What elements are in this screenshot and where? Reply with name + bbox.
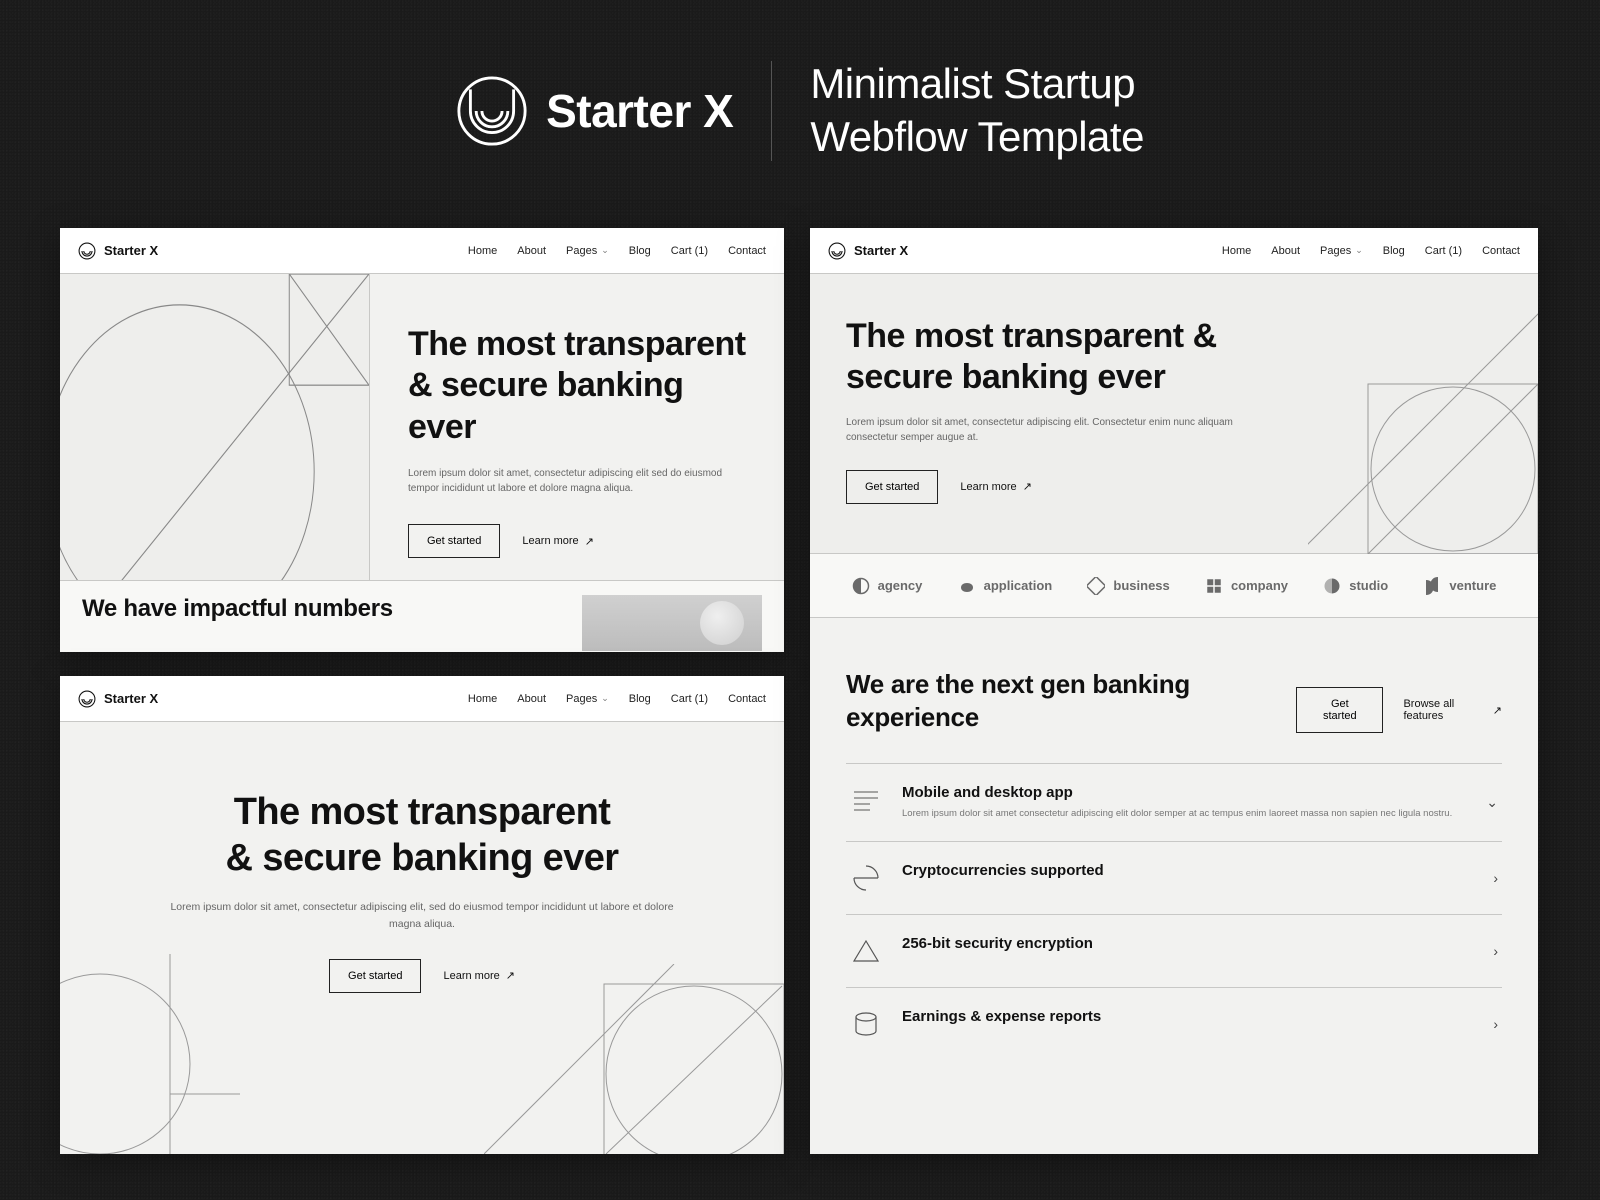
logo-icon [828, 242, 846, 260]
hero-headline: The most transparent & secure banking ev… [846, 316, 1234, 399]
nav-cart[interactable]: Cart (1) [671, 245, 708, 257]
decoration-left [60, 954, 240, 1154]
navbar: Starter X Home About Pages⌄ Blog Cart (1… [810, 228, 1538, 274]
feature-row-reports[interactable]: Earnings & expense reports › [846, 987, 1502, 1060]
promo-brand-name: Starter X [546, 84, 733, 138]
feature-row-crypto[interactable]: Cryptocurrencies supported › [846, 841, 1502, 914]
feature-row-mobile-desktop[interactable]: Mobile and desktop app Lorem ipsum dolor… [846, 763, 1502, 841]
learn-more-link[interactable]: Learn more↗ [960, 480, 1031, 493]
chevron-down-icon: ⌄ [601, 693, 609, 704]
nav-home[interactable]: Home [468, 693, 497, 705]
nav-blog[interactable]: Blog [629, 693, 651, 705]
promo-brand-block: Starter X [456, 75, 733, 147]
get-started-button[interactable]: Get started [1296, 687, 1383, 733]
navbar-links: Home About Pages⌄ Blog Cart (1) Contact [468, 245, 766, 257]
arrow-icon: ↗ [1023, 480, 1032, 493]
nav-contact[interactable]: Contact [1482, 245, 1520, 257]
crypto-icon [850, 862, 882, 894]
nav-home[interactable]: Home [1222, 245, 1251, 257]
hero-subtext: Lorem ipsum dolor sit amet, consectetur … [846, 415, 1234, 446]
chevron-down-icon: ⌄ [601, 245, 609, 256]
logo-application: application [958, 577, 1053, 595]
stats-image [582, 595, 762, 651]
divider [771, 61, 772, 161]
client-logos: agency application business company stud… [810, 554, 1538, 618]
navbar: Starter X Home About Pages⌄ Blog Cart (1… [60, 676, 784, 722]
logo-icon [78, 242, 96, 260]
hero-headline: The most transparent & secure banking ev… [120, 790, 724, 881]
promo-subtitle: Minimalist Startup Webflow Template [810, 58, 1144, 163]
logo-venture: venture [1423, 577, 1496, 595]
get-started-button[interactable]: Get started [408, 524, 500, 558]
nav-contact[interactable]: Contact [728, 245, 766, 257]
chevron-right-icon: › [1493, 943, 1498, 959]
logo-icon [78, 690, 96, 708]
preview-card-b: Starter X Home About Pages⌄ Blog Cart (1… [810, 228, 1538, 1154]
preview-card-c: Starter X Home About Pages⌄ Blog Cart (1… [60, 676, 784, 1154]
nav-about[interactable]: About [1271, 245, 1300, 257]
chevron-down-icon: ⌄ [1355, 245, 1363, 256]
chevron-right-icon: › [1493, 1016, 1498, 1032]
features-headline: We are the next gen banking experience [846, 668, 1296, 733]
preview-card-a: Starter X Home About Pages⌄ Blog Cart (1… [60, 228, 784, 652]
nav-pages[interactable]: Pages⌄ [566, 245, 609, 257]
logo-agency: agency [852, 577, 923, 595]
nav-blog[interactable]: Blog [1383, 245, 1405, 257]
hero-headline: The most transparent & secure banking ev… [408, 324, 746, 448]
cylinder-icon [850, 1008, 882, 1040]
nav-about[interactable]: About [517, 245, 546, 257]
navbar: Starter X Home About Pages⌄ Blog Cart (1… [60, 228, 784, 274]
nav-pages[interactable]: Pages⌄ [566, 693, 609, 705]
logo-business: business [1087, 577, 1169, 595]
lines-icon [850, 784, 882, 816]
hero-geometry [1308, 274, 1538, 554]
nav-about[interactable]: About [517, 693, 546, 705]
navbar-brand[interactable]: Starter X [828, 242, 908, 260]
logo-company: company [1205, 577, 1288, 595]
get-started-button[interactable]: Get started [329, 959, 421, 993]
logo-icon [456, 75, 528, 147]
nav-contact[interactable]: Contact [728, 693, 766, 705]
browse-features-link[interactable]: Browse all features↗ [1403, 698, 1502, 722]
nav-cart[interactable]: Cart (1) [671, 693, 708, 705]
hero-subtext: Lorem ipsum dolor sit amet, consectetur … [162, 899, 682, 933]
chevron-right-icon: › [1493, 870, 1498, 886]
navbar-brand[interactable]: Starter X [78, 242, 158, 260]
nav-blog[interactable]: Blog [629, 245, 651, 257]
hero-section: The most transparent & secure banking ev… [810, 274, 1538, 554]
nav-cart[interactable]: Cart (1) [1425, 245, 1462, 257]
triangle-icon [850, 935, 882, 967]
learn-more-link[interactable]: Learn more↗ [522, 535, 593, 548]
chevron-down-icon: ⌄ [1486, 794, 1498, 811]
nav-pages[interactable]: Pages⌄ [1320, 245, 1363, 257]
arrow-icon: ↗ [1493, 704, 1502, 717]
stats-headline: We have impactful numbers [82, 595, 393, 623]
navbar-links: Home About Pages⌄ Blog Cart (1) Contact [468, 693, 766, 705]
nav-home[interactable]: Home [468, 245, 497, 257]
navbar-brand[interactable]: Starter X [78, 690, 158, 708]
hero-subtext: Lorem ipsum dolor sit amet, consectetur … [408, 466, 738, 496]
arrow-icon: ↗ [585, 535, 594, 548]
decoration-right [484, 964, 784, 1154]
logo-studio: studio [1323, 577, 1388, 595]
features-section: We are the next gen banking experience G… [810, 618, 1538, 1072]
promo-header: Starter X Minimalist Startup Webflow Tem… [0, 58, 1600, 163]
get-started-button[interactable]: Get started [846, 470, 938, 504]
navbar-links: Home About Pages⌄ Blog Cart (1) Contact [1222, 245, 1520, 257]
feature-row-encryption[interactable]: 256-bit security encryption › [846, 914, 1502, 987]
